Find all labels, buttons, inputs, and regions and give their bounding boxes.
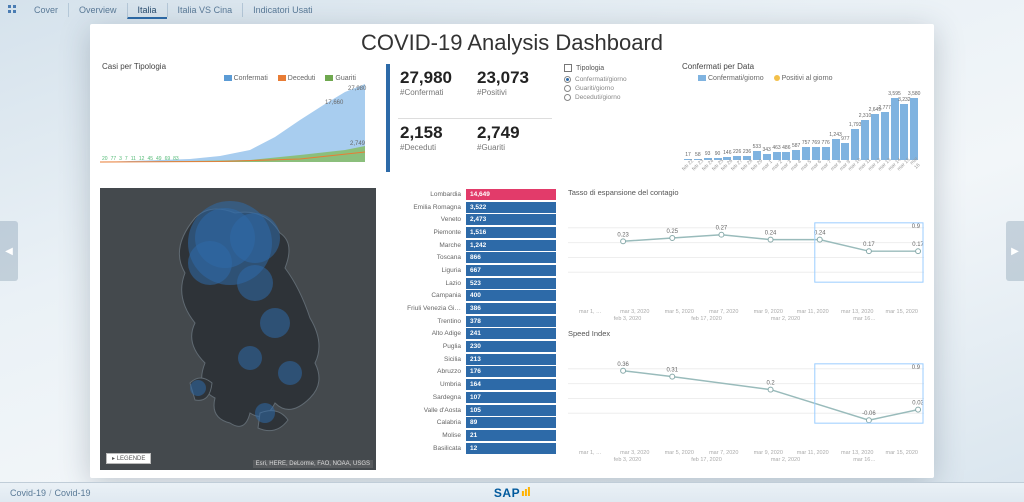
- svg-text:0.25: 0.25: [666, 229, 678, 235]
- svg-text:0.9: 0.9: [912, 365, 921, 371]
- svg-text:0.27: 0.27: [716, 226, 728, 232]
- svg-text:-0.06: -0.06: [862, 411, 876, 417]
- page-next-button[interactable]: ▶: [1006, 221, 1024, 281]
- region-row[interactable]: Umbria164: [386, 378, 556, 391]
- region-row[interactable]: Sardegna107: [386, 391, 556, 404]
- svg-text:0.9: 0.9: [912, 224, 921, 230]
- svg-text:0.17: 0.17: [912, 242, 924, 248]
- page-title: COVID-19 Analysis Dashboard: [90, 24, 934, 58]
- svg-text:2,749: 2,749: [350, 141, 366, 147]
- region-row[interactable]: Sicilia213: [386, 353, 556, 366]
- confermati-date-chart[interactable]: 17feb 2258feb 2393feb 2490feb 25146feb 2…: [680, 84, 924, 174]
- casi-title: Casi per Tipologia: [100, 60, 376, 75]
- region-row[interactable]: Valle d'Aosta105: [386, 404, 556, 417]
- region-row[interactable]: Veneto2,473: [386, 213, 556, 226]
- kpi-grid: 27,980#Confermati 23,073#Positivi 2,158#…: [386, 64, 552, 172]
- radio-decedutigiorno[interactable]: Deceduti/giorno: [564, 93, 674, 102]
- radio-guaritigiorno[interactable]: Guariti/giorno: [564, 84, 674, 93]
- region-row[interactable]: Emilia Romagna3,522: [386, 201, 556, 214]
- kpi-deceduti: 2,158#Deceduti: [398, 118, 475, 172]
- map-credits: Esri, HERE, DeLorme, FAO, NOAA, USGS: [253, 460, 373, 468]
- breadcrumb[interactable]: Covid-19/Covid-19: [10, 488, 91, 498]
- region-row[interactable]: Piemonte1,516: [386, 226, 556, 239]
- casi-panel: Casi per Tipologia Confermati Deceduti G…: [100, 60, 376, 180]
- filter-icon: [564, 64, 572, 72]
- region-row[interactable]: Liguria667: [386, 264, 556, 277]
- confermati-date-title: Confermati per Data: [680, 60, 924, 75]
- svg-text:0.2: 0.2: [766, 381, 774, 387]
- region-row[interactable]: Marche1,242: [386, 239, 556, 252]
- casi-chart[interactable]: 17,660 27,980 2,749 207737111245496983: [100, 82, 376, 168]
- region-row[interactable]: Molise21: [386, 429, 556, 442]
- tab-overview[interactable]: Overview: [68, 3, 127, 17]
- tasso-chart[interactable]: Tasso di espansione del contagio 0.90.23…: [568, 188, 924, 323]
- confermati-date-panel: Confermati per Data Confermati/giorno Po…: [680, 60, 924, 180]
- legend-toggle-button[interactable]: LEGENDE: [106, 453, 151, 464]
- tab-italia-vs-cina[interactable]: Italia VS Cina: [167, 3, 243, 17]
- region-row[interactable]: Alto Adige241: [386, 328, 556, 341]
- region-row[interactable]: Campania400: [386, 290, 556, 303]
- region-row[interactable]: Friuli Venezia Gi…386: [386, 302, 556, 315]
- svg-text:17,660: 17,660: [325, 100, 344, 106]
- swatch-icon: [325, 75, 333, 81]
- tipologia-selector: Tipologia Confermati/giornoGuariti/giorn…: [564, 64, 674, 102]
- swatch-icon: [224, 75, 232, 81]
- region-row[interactable]: Trentino378: [386, 315, 556, 328]
- tab-cover[interactable]: Cover: [24, 3, 68, 17]
- kpi-guariti: 2,749#Guariti: [475, 118, 552, 172]
- regions-table: Lombardia14,649Emilia Romagna3,522Veneto…: [386, 188, 556, 470]
- swatch-icon: [278, 75, 286, 81]
- svg-text:0.24: 0.24: [765, 231, 777, 237]
- sap-logo: SAP: [494, 485, 530, 500]
- region-row[interactable]: Abruzzo176: [386, 366, 556, 379]
- speed-chart[interactable]: Speed Index 0.90.360.310.2-0.060.03 mar …: [568, 329, 924, 464]
- top-nav: CoverOverviewItaliaItalia VS CinaIndicat…: [0, 0, 1024, 20]
- bottom-bar: Covid-19/Covid-19 SAP: [0, 482, 1024, 502]
- region-row[interactable]: Puglia230: [386, 340, 556, 353]
- svg-text:0.31: 0.31: [666, 368, 678, 374]
- region-row[interactable]: Toscana866: [386, 251, 556, 264]
- region-row[interactable]: Lombardia14,649: [386, 188, 556, 201]
- svg-text:0.17: 0.17: [863, 242, 875, 248]
- svg-text:0.36: 0.36: [617, 362, 629, 368]
- page-prev-button[interactable]: ◀: [0, 221, 18, 281]
- menu-icon[interactable]: [8, 5, 18, 15]
- svg-text:0.24: 0.24: [814, 231, 826, 237]
- svg-text:27,980: 27,980: [348, 86, 367, 92]
- casi-legend: Confermati Deceduti Guariti: [100, 75, 376, 82]
- region-row[interactable]: Calabria89: [386, 416, 556, 429]
- region-row[interactable]: Basilicata12: [386, 442, 556, 455]
- right-charts: Tasso di espansione del contagio 0.90.23…: [568, 188, 924, 470]
- tab-indicatori-usati[interactable]: Indicatori Usati: [242, 3, 323, 17]
- italy-map[interactable]: LEGENDE Esri, HERE, DeLorme, FAO, NOAA, …: [100, 188, 376, 470]
- svg-text:0.23: 0.23: [617, 232, 629, 238]
- tab-italia[interactable]: Italia: [127, 3, 167, 19]
- svg-text:0.03: 0.03: [912, 401, 924, 407]
- radio-confermatigiorno[interactable]: Confermati/giorno: [564, 75, 674, 84]
- region-row[interactable]: Lazio523: [386, 277, 556, 290]
- swatch-icon: [774, 75, 780, 81]
- kpi-positivi: 23,073#Positivi: [475, 64, 552, 118]
- swatch-icon: [698, 75, 706, 81]
- dashboard-stage: COVID-19 Analysis Dashboard Casi per Tip…: [90, 24, 934, 478]
- kpi-confermati: 27,980#Confermati: [398, 64, 475, 118]
